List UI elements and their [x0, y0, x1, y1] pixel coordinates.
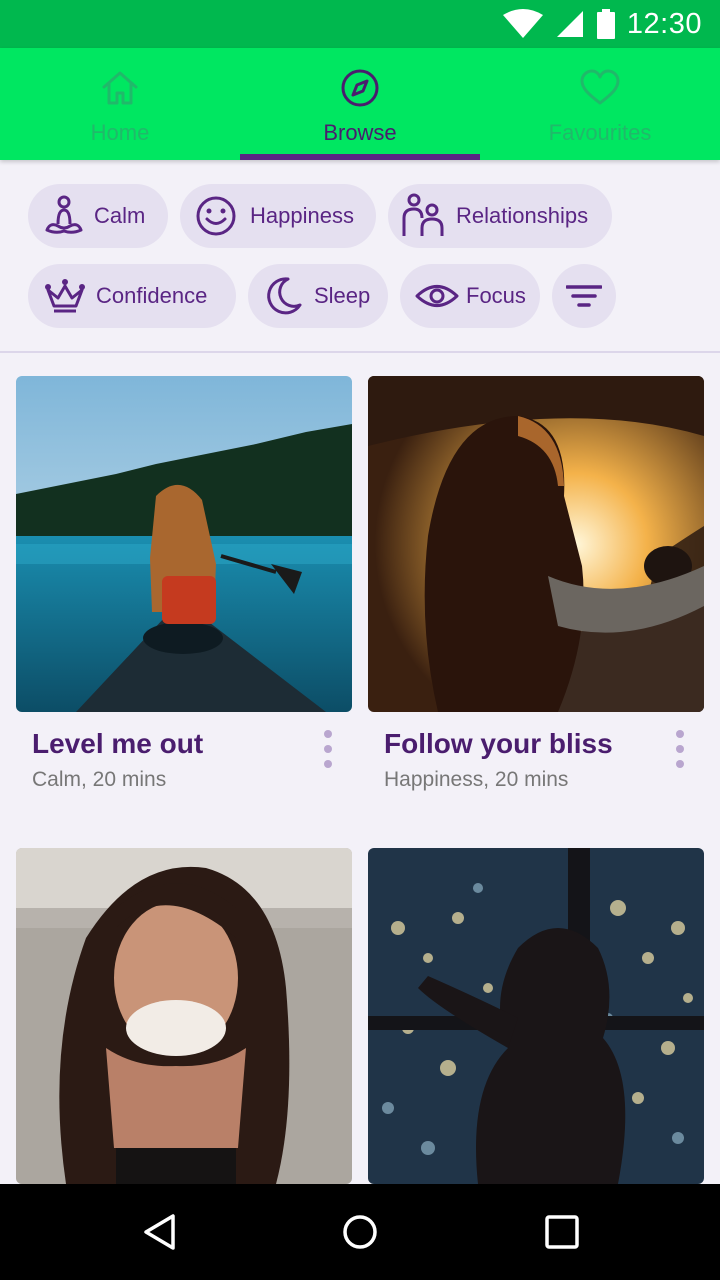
people-icon [402, 193, 444, 236]
recents-icon[interactable] [542, 1212, 582, 1252]
status-time: 12:30 [626, 7, 702, 40]
home-nav-icon[interactable] [340, 1212, 380, 1252]
chip-relationships[interactable]: Relationships [388, 184, 612, 248]
tab-label: Home [90, 120, 150, 145]
battery-icon [596, 9, 615, 39]
heart-icon [580, 69, 620, 105]
session-card[interactable] [16, 848, 352, 1184]
lake-canoe-photo [16, 376, 352, 712]
moon-icon [267, 277, 302, 315]
compass-icon [341, 69, 379, 107]
city-lights-photo [368, 848, 704, 1184]
home-icon [102, 71, 138, 105]
session-thumbnail[interactable] [16, 376, 352, 712]
more-options-icon[interactable] [670, 730, 690, 768]
chip-happiness[interactable]: Happiness [180, 184, 376, 248]
chip-label: Focus [466, 283, 526, 308]
chip-sleep[interactable]: Sleep [248, 264, 388, 328]
app-bar: Home Browse Favourites [0, 48, 720, 160]
tab-browse[interactable]: Browse [240, 48, 480, 160]
session-thumbnail[interactable] [368, 376, 704, 712]
system-nav-bar [0, 1184, 720, 1280]
more-options-icon[interactable] [318, 730, 338, 768]
cellular-signal-icon [556, 11, 583, 37]
back-icon[interactable] [140, 1212, 180, 1252]
session-title: Level me out [32, 728, 204, 759]
session-subtitle: Happiness, 20 mins [384, 768, 569, 791]
status-icons: 12:30 [502, 7, 702, 40]
session-card[interactable]: Level me out Calm, 20 mins [16, 376, 352, 816]
filter-icon [566, 285, 602, 307]
tab-label: Browse [323, 120, 397, 145]
filter-button[interactable] [552, 264, 616, 328]
crown-icon [45, 279, 85, 313]
coffee-woman-photo [16, 848, 352, 1184]
category-chips: Calm Happiness Relationships Confidence [0, 160, 720, 353]
session-title: Follow your bliss [384, 728, 613, 759]
chip-focus[interactable]: Focus [400, 264, 540, 328]
tab-home[interactable]: Home [0, 48, 240, 160]
car-sunset-photo [368, 376, 704, 712]
tab-label: Favourites [548, 120, 652, 145]
session-card[interactable]: Follow your bliss Happiness, 20 mins [368, 376, 704, 816]
smiley-icon [196, 196, 236, 236]
chip-label: Confidence [96, 283, 208, 308]
chip-label: Happiness [250, 203, 354, 228]
chip-label: Sleep [314, 283, 371, 308]
eye-icon [415, 285, 459, 307]
status-bar: 12:30 [0, 0, 720, 48]
chip-calm[interactable]: Calm [28, 184, 168, 248]
session-thumbnail[interactable] [368, 848, 704, 1184]
session-thumbnail[interactable] [16, 848, 352, 1184]
tab-favourites[interactable]: Favourites [480, 48, 720, 160]
meditation-icon [45, 195, 83, 234]
chip-label: Calm [94, 203, 146, 228]
active-tab-indicator [240, 154, 480, 160]
chip-confidence[interactable]: Confidence [28, 264, 236, 328]
session-subtitle: Calm, 20 mins [32, 768, 167, 791]
wifi-icon [502, 9, 543, 38]
session-card[interactable] [368, 848, 704, 1184]
chip-label: Relationships [456, 203, 589, 228]
